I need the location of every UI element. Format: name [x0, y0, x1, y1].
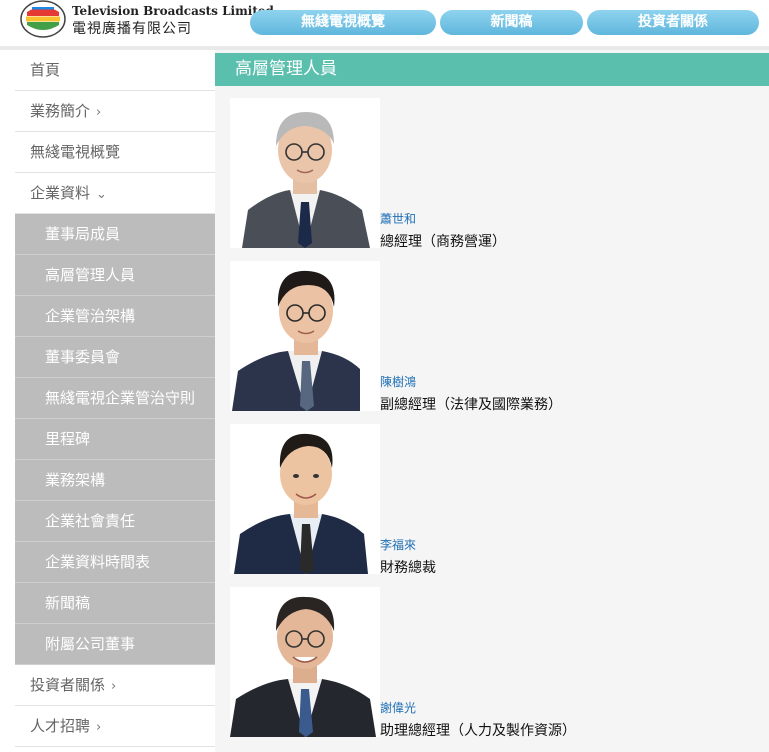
executive-card: 謝偉光 助理總經理（人力及製作資源） [230, 587, 765, 739]
executive-name[interactable]: 李福來 [380, 536, 416, 553]
executive-card: 李福來 財務總裁 [230, 424, 765, 576]
chevron-down-icon: ⌄ [96, 187, 107, 202]
chevron-right-icon: › [96, 105, 102, 120]
executive-title: 助理總經理（人力及製作資源） [380, 723, 576, 739]
executive-title: 財務總裁 [380, 560, 436, 576]
sidebar-subitem-governance-structure[interactable]: 企業管治架構 [15, 296, 215, 337]
sidebar-subitem-senior-management[interactable]: 高層管理人員 [15, 255, 215, 296]
executive-photo [230, 424, 380, 574]
sidebar-subitem-board-members[interactable]: 董事局成員 [15, 214, 215, 255]
topnav-tvb-overview-button[interactable]: 無綫電視概覽 [250, 10, 436, 35]
sidebar-item-corporate-info[interactable]: 企業資料 ⌄ [15, 173, 215, 214]
sidebar-subitem-subsidiary-directors[interactable]: 附屬公司董事 [15, 624, 215, 665]
sidebar-item-label: 投資者關係 [30, 676, 106, 694]
topnav-press-release-button[interactable]: 新聞稿 [440, 10, 583, 35]
executive-card: 陳樹鴻 副總經理（法律及國際業務） [230, 261, 765, 413]
executive-card: 蕭世和 總經理（商務營運） [230, 98, 765, 250]
sidebar-item-label: 首頁 [30, 61, 61, 79]
sidebar: 首頁 業務簡介 › 無綫電視概覽 企業資料 ⌄ 董事局成員 高層管理人員 企業管治架… [15, 50, 215, 752]
sidebar-item-label: 業務簡介 [30, 102, 91, 120]
brand-name-en: Television Broadcasts Limited [72, 4, 274, 18]
executive-photo [230, 261, 380, 411]
sidebar-item-business-overview[interactable]: 業務簡介 › [15, 91, 215, 132]
tvb-logo-icon[interactable] [20, 0, 66, 38]
executive-photo [230, 587, 380, 737]
brand-name-zh: 電視廣播有限公司 [72, 21, 192, 37]
sidebar-item-label: 企業資料 [30, 184, 91, 202]
chevron-right-icon: › [96, 720, 102, 735]
sidebar-item-careers[interactable]: 人才招聘 › [15, 706, 215, 747]
sidebar-item-home[interactable]: 首頁 [15, 50, 215, 91]
main-content: 高層管理人員 蕭世和 總經理（商務營運） 陳樹鴻 副總經理（法律及國際業務） 李… [215, 50, 769, 752]
executive-title: 總經理（商務營運） [380, 234, 506, 250]
executive-name[interactable]: 蕭世和 [380, 210, 416, 227]
page-title: 高層管理人員 [215, 53, 769, 86]
executive-photo [230, 98, 380, 248]
sidebar-item-investor-relations[interactable]: 投資者關係 › [15, 665, 215, 706]
site-header: Television Broadcasts Limited 電視廣播有限公司 無… [0, 0, 769, 46]
sidebar-subitem-business-structure[interactable]: 業務架構 [15, 460, 215, 501]
sidebar-subitem-press-release[interactable]: 新聞稿 [15, 583, 215, 624]
sidebar-subitem-milestones[interactable]: 里程碑 [15, 419, 215, 460]
sidebar-item-label: 人才招聘 [30, 717, 91, 735]
chevron-right-icon: › [111, 679, 117, 694]
sidebar-item-label: 無綫電視概覽 [30, 143, 121, 161]
sidebar-subitem-governance-code[interactable]: 無綫電視企業管治守則 [15, 378, 215, 419]
sidebar-item-tvb-overview[interactable]: 無綫電視概覽 [15, 132, 215, 173]
executive-title: 副總經理（法律及國際業務） [380, 397, 562, 413]
sidebar-subitem-csr[interactable]: 企業社會責任 [15, 501, 215, 542]
executive-name[interactable]: 陳樹鴻 [380, 373, 416, 390]
sidebar-subitem-board-committees[interactable]: 董事委員會 [15, 337, 215, 378]
topnav-investor-relations-button[interactable]: 投資者關係 [587, 10, 759, 35]
executive-name[interactable]: 謝偉光 [380, 699, 416, 716]
sidebar-subitem-corporate-calendar[interactable]: 企業資料時間表 [15, 542, 215, 583]
